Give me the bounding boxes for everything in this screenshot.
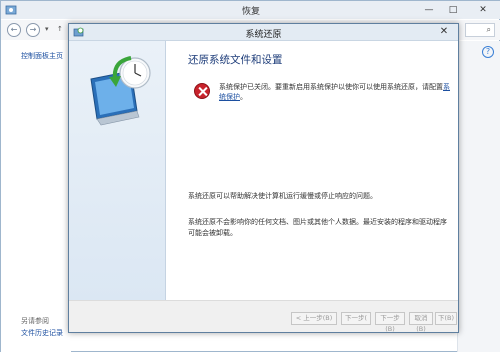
forward-button[interactable]: → (26, 23, 40, 37)
close-button[interactable]: ✕ (465, 1, 500, 19)
left-nav-pane: 控制面板主页 另请参阅 文件历史记录 (1, 41, 71, 352)
back-step-button[interactable]: < 上一步(B) (291, 312, 337, 325)
error-text-end: 。 (240, 93, 247, 101)
description-paragraph-2: 系统还原不会影响你的任何文档、图片或其他个人数据。最近安装的程序和驱动程序可能会… (188, 218, 447, 237)
next-button[interactable]: 下一步( (341, 312, 371, 325)
search-input[interactable]: ⌕ (465, 23, 495, 37)
next-button-2[interactable]: 下一步(B) (375, 312, 405, 333)
dialog-side-panel (69, 41, 166, 300)
system-restore-illustration (90, 56, 151, 126)
description-paragraph-1: 系统还原可以帮助解决使计算机运行缓慢或停止响应的问题。 (188, 192, 377, 200)
cancel-button[interactable]: 取消(B) (409, 312, 433, 333)
error-icon (194, 83, 210, 99)
file-history-link[interactable]: 文件历史记录 (21, 328, 63, 338)
minimize-button[interactable]: — (417, 1, 441, 19)
maximize-button[interactable]: □ (441, 1, 465, 19)
right-pane: ? (457, 41, 500, 352)
title-bar: 恢复 — □ ✕ (1, 1, 500, 19)
page-title: 还原系统文件和设置 (188, 54, 283, 66)
back-button[interactable]: ← (7, 23, 21, 37)
error-message: 系统保护已关闭。要重新启用系统保护以使你可以使用系统还原，请配置系统保护。 (219, 82, 454, 102)
dialog-close-button[interactable]: ✕ (430, 24, 458, 40)
dialog-content: 还原系统文件和设置 系统保护已关闭。要重新启用系统保护以使你可以使用系统还原，请… (167, 41, 458, 300)
dialog-title-bar: 系统还原 ✕ (69, 24, 458, 41)
search-icon: ⌕ (486, 25, 491, 34)
dialog-footer: < 上一步(B) 下一步( 下一步(B) 取消(B) 下(B) (69, 300, 458, 333)
control-panel-home-link[interactable]: 控制面板主页 (21, 51, 63, 61)
up-button[interactable]: ↑ (57, 25, 63, 33)
recent-locations-dropdown[interactable]: ▾ (45, 25, 49, 33)
help-icon[interactable]: ? (482, 46, 494, 58)
error-text: 系统保护已关闭。要重新启用系统保护以使你可以使用系统还原，请配置 (219, 83, 443, 91)
see-also-label: 另请参阅 (21, 317, 49, 325)
dialog-title: 系统还原 (245, 30, 282, 40)
extra-button[interactable]: 下(B) (435, 312, 457, 325)
system-restore-dialog: 系统还原 ✕ 还原系统文件和设置 系统保护已关闭。要重新启用系统保护以使你可以使… (68, 23, 459, 333)
